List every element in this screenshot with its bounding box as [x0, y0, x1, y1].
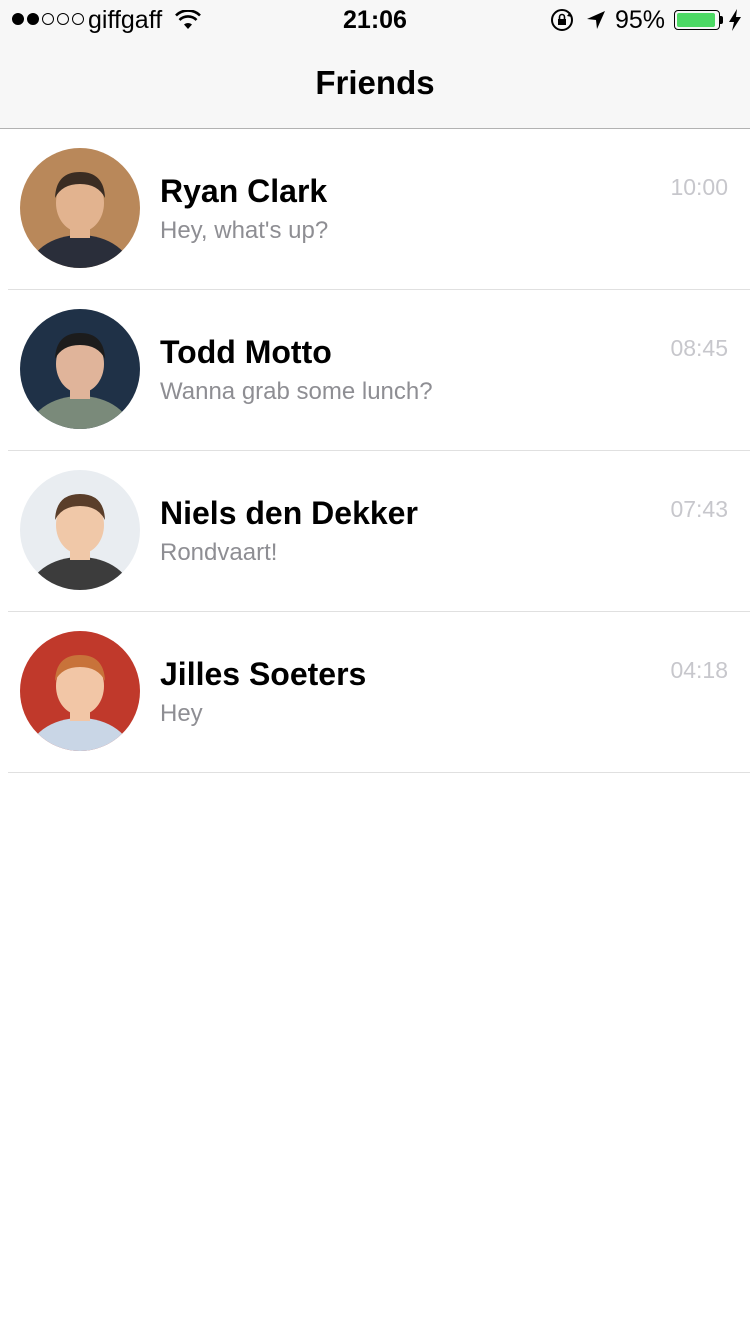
friend-name: Todd Motto — [160, 334, 332, 370]
message-timestamp: 08:45 — [670, 335, 728, 361]
friend-last-message: Hey — [160, 700, 203, 727]
navigation-header: giffgaff 21:06 95% Friends — [0, 0, 750, 129]
row-divider — [8, 772, 750, 773]
friend-row[interactable]: Niels den Dekker Rondvaart! 07:43 — [0, 451, 750, 612]
friend-row[interactable]: Todd Motto Wanna grab some lunch? 08:45 — [0, 290, 750, 451]
friend-row[interactable]: Jilles Soeters Hey 04:18 — [0, 612, 750, 773]
friend-avatar — [20, 470, 140, 590]
friend-last-message: Hey, what's up? — [160, 217, 329, 244]
message-timestamp: 10:00 — [670, 174, 728, 200]
message-timestamp: 07:43 — [670, 496, 728, 522]
location-arrow-icon — [587, 11, 605, 29]
friend-avatar — [20, 148, 140, 268]
friend-last-message: Rondvaart! — [160, 539, 278, 566]
friend-last-message: Wanna grab some lunch? — [160, 378, 433, 405]
friend-name: Niels den Dekker — [160, 495, 418, 531]
rotation-lock-icon — [551, 9, 573, 31]
friend-avatar — [20, 309, 140, 429]
battery-level-fill — [677, 13, 715, 27]
battery-percentage: 95% — [615, 6, 666, 34]
friend-avatar — [20, 631, 140, 751]
charging-bolt-icon — [729, 9, 741, 31]
battery-tip — [720, 16, 723, 24]
friend-row[interactable]: Ryan Clark Hey, what's up? 10:00 — [0, 129, 750, 290]
battery-icon — [674, 10, 720, 30]
friend-name: Jilles Soeters — [160, 656, 367, 692]
status-bar: giffgaff 21:06 95% — [0, 0, 750, 40]
friends-list: Ryan Clark Hey, what's up? 10:00 Todd Motto… — [0, 129, 750, 773]
message-timestamp: 04:18 — [670, 657, 728, 683]
friend-name: Ryan Clark — [160, 173, 328, 209]
page-title: Friends — [315, 64, 435, 101]
